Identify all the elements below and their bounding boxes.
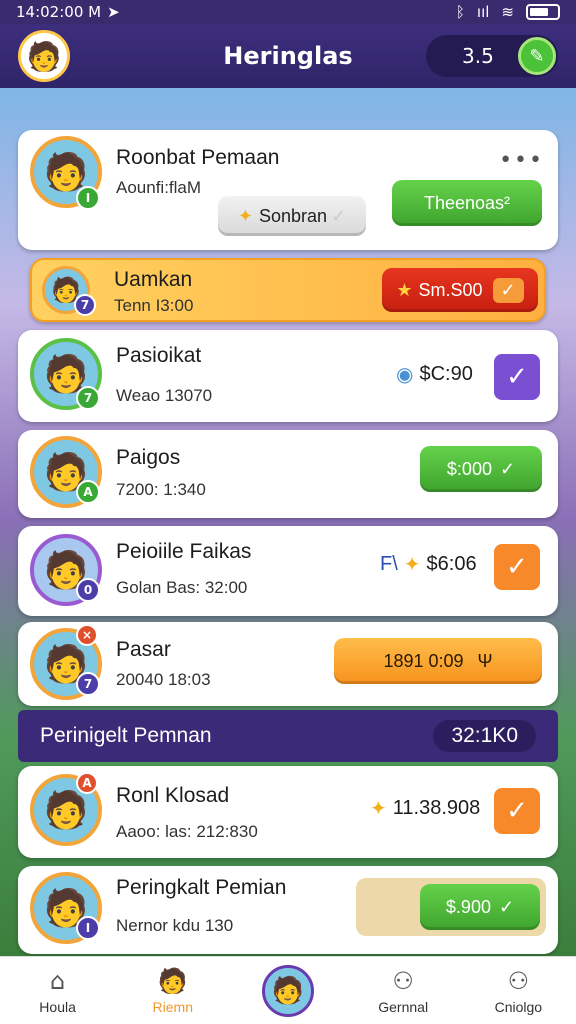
check-button[interactable]: ✓ xyxy=(494,544,540,590)
rank-badge: 7 xyxy=(76,672,100,696)
player-avatar-icon: 🧑 xyxy=(157,966,188,995)
nav-general[interactable]: ⚇ Gernnal xyxy=(353,967,453,1015)
rank-badge: A xyxy=(76,772,98,794)
star-icon: ✦ xyxy=(237,205,253,226)
center-avatar-icon: 🧑 xyxy=(261,964,314,1017)
bluetooth-icon: ᛒ xyxy=(455,3,465,21)
player-name: Paigos xyxy=(116,446,181,469)
check-icon: ✓ xyxy=(498,896,515,917)
nav-players[interactable]: 🧑 Riemn xyxy=(123,967,223,1015)
nav-home[interactable]: ⌂ Houla xyxy=(8,967,108,1015)
list-item[interactable]: 🧑 7 Pasioikat Weao 13070 ◉ $C:90 ✓ xyxy=(18,330,558,422)
wifi-icon: ≋ xyxy=(501,3,514,21)
player-sub: 7200: 1:340 xyxy=(116,480,206,499)
player-sub: Golan Bas: 32:00 xyxy=(116,578,248,597)
rank-badge: 7 xyxy=(76,386,100,410)
action-button[interactable]: Theenoas² xyxy=(392,180,542,226)
reward: ✦ 11.38.908 xyxy=(370,797,481,820)
score-value: 3.5 xyxy=(462,44,494,68)
reward: F\ ✦ $6:06 xyxy=(380,553,477,576)
player-sub: 20040 18:03 xyxy=(116,670,211,689)
rank-badge: 7 xyxy=(74,294,96,316)
check-icon: ✓ xyxy=(331,205,347,226)
user-icon: ⚇ xyxy=(507,966,530,995)
player-sub: Aaoo: las: 212:830 xyxy=(116,822,258,841)
page-title: Heringlas xyxy=(223,42,353,70)
app-header: 🧑 Heringlas 3.5 ✎ xyxy=(0,24,576,88)
leaderboard-list: 🧑 I Roonbat Pemaan Aounfi:flaM ✦ Sonbran… xyxy=(18,130,558,956)
player-name: Peringkalt Pemian xyxy=(116,876,287,899)
list-item[interactable]: 🧑 × 7 Pasar 20040 18:03 1891 0:09 Ψ xyxy=(18,622,558,706)
list-item[interactable]: 🧑 I Peringkalt Pemian Nernor kdu 130 $.9… xyxy=(18,866,558,954)
coins-icon: ◉ xyxy=(396,364,414,386)
location-icon: ➤ xyxy=(107,3,120,21)
player-name: Pasioikat xyxy=(116,344,202,367)
red-dot-icon: × xyxy=(76,624,98,646)
list-item[interactable]: 🧑 A Ronl Klosad Aaoo: las: 212:830 ✦ 11.… xyxy=(18,766,558,858)
rank-badge: I xyxy=(76,186,100,210)
player-name: Roonbat Pemaan xyxy=(116,146,280,169)
score-pill[interactable]: 3.5 ✎ xyxy=(426,35,558,77)
section-value: 32:1K0 xyxy=(433,720,536,752)
status-time: 14:02:00 M xyxy=(16,3,102,21)
pill-button[interactable]: ✦ Sonbran ✓ xyxy=(218,196,366,236)
section-header: Perinigelt Pemnan 32:1K0 xyxy=(18,710,558,762)
status-bar: 14:02:00 M ➤ ᛒ ııl ≋ xyxy=(0,0,576,24)
nav-profile[interactable]: ⚇ Cniolgo xyxy=(468,967,568,1015)
action-button[interactable]: ★ Sm.S00 ✓ xyxy=(382,268,538,312)
action-button[interactable]: 1891 0:09 Ψ xyxy=(334,638,542,684)
list-item[interactable]: 🧑 7 Uamkan Tenn I3:00 ★ Sm.S00 ✓ xyxy=(30,258,546,322)
trophy-icon: Ψ xyxy=(477,650,493,671)
section-title: Perinigelt Pemnan xyxy=(40,724,212,747)
check-icon: ✓ xyxy=(492,277,524,303)
player-name: Uamkan xyxy=(114,268,193,291)
rank-badge: I xyxy=(76,916,100,940)
check-button[interactable]: ✓ xyxy=(494,788,540,834)
player-name: Ronl Klosad xyxy=(116,784,230,807)
more-icon[interactable]: ••• xyxy=(499,148,544,173)
player-sub: Aounfi:flaM xyxy=(116,178,202,197)
reward-prefix: F\ xyxy=(380,553,398,575)
player-sub: Nernor kdu 130 xyxy=(116,916,234,935)
rank-badge: 0 xyxy=(76,578,100,602)
check-button[interactable]: ✓ xyxy=(494,354,540,400)
star-icon: ★ xyxy=(396,279,413,300)
nav-center[interactable]: 🧑 xyxy=(238,964,338,1017)
home-icon: ⌂ xyxy=(49,966,66,995)
gem-icon: ✎ xyxy=(518,37,556,75)
check-icon: ✓ xyxy=(499,458,516,479)
player-sub: Tenn I3:00 xyxy=(114,296,194,315)
user-icon: ⚇ xyxy=(392,966,414,995)
player-name: Pasar xyxy=(116,638,171,661)
player-name: Peioiile Faikas xyxy=(116,540,252,563)
player-sub: Weao 13070 xyxy=(116,386,213,405)
signal-icon: ııl xyxy=(476,3,490,21)
list-item[interactable]: 🧑 I Roonbat Pemaan Aounfi:flaM ✦ Sonbran… xyxy=(18,130,558,250)
rank-badge: A xyxy=(76,480,100,504)
reward: ◉ $C:90 xyxy=(396,363,473,386)
bottom-navigation: ⌂ Houla 🧑 Riemn 🧑 ⚇ Gernnal ⚇ Cniolgo xyxy=(0,956,576,1024)
list-item[interactable]: 🧑 0 Peioiile Faikas Golan Bas: 32:00 F\ … xyxy=(18,526,558,616)
coins-icon: ✦ xyxy=(370,798,387,820)
battery-icon xyxy=(526,4,560,20)
coins-icon: ✦ xyxy=(403,554,421,576)
action-button[interactable]: $:000 ✓ xyxy=(420,446,542,492)
profile-avatar[interactable]: 🧑 xyxy=(18,30,70,82)
list-item[interactable]: 🧑 A Paigos 7200: 1:340 $:000 ✓ xyxy=(18,430,558,518)
action-button[interactable]: $.900 ✓ xyxy=(420,884,540,930)
